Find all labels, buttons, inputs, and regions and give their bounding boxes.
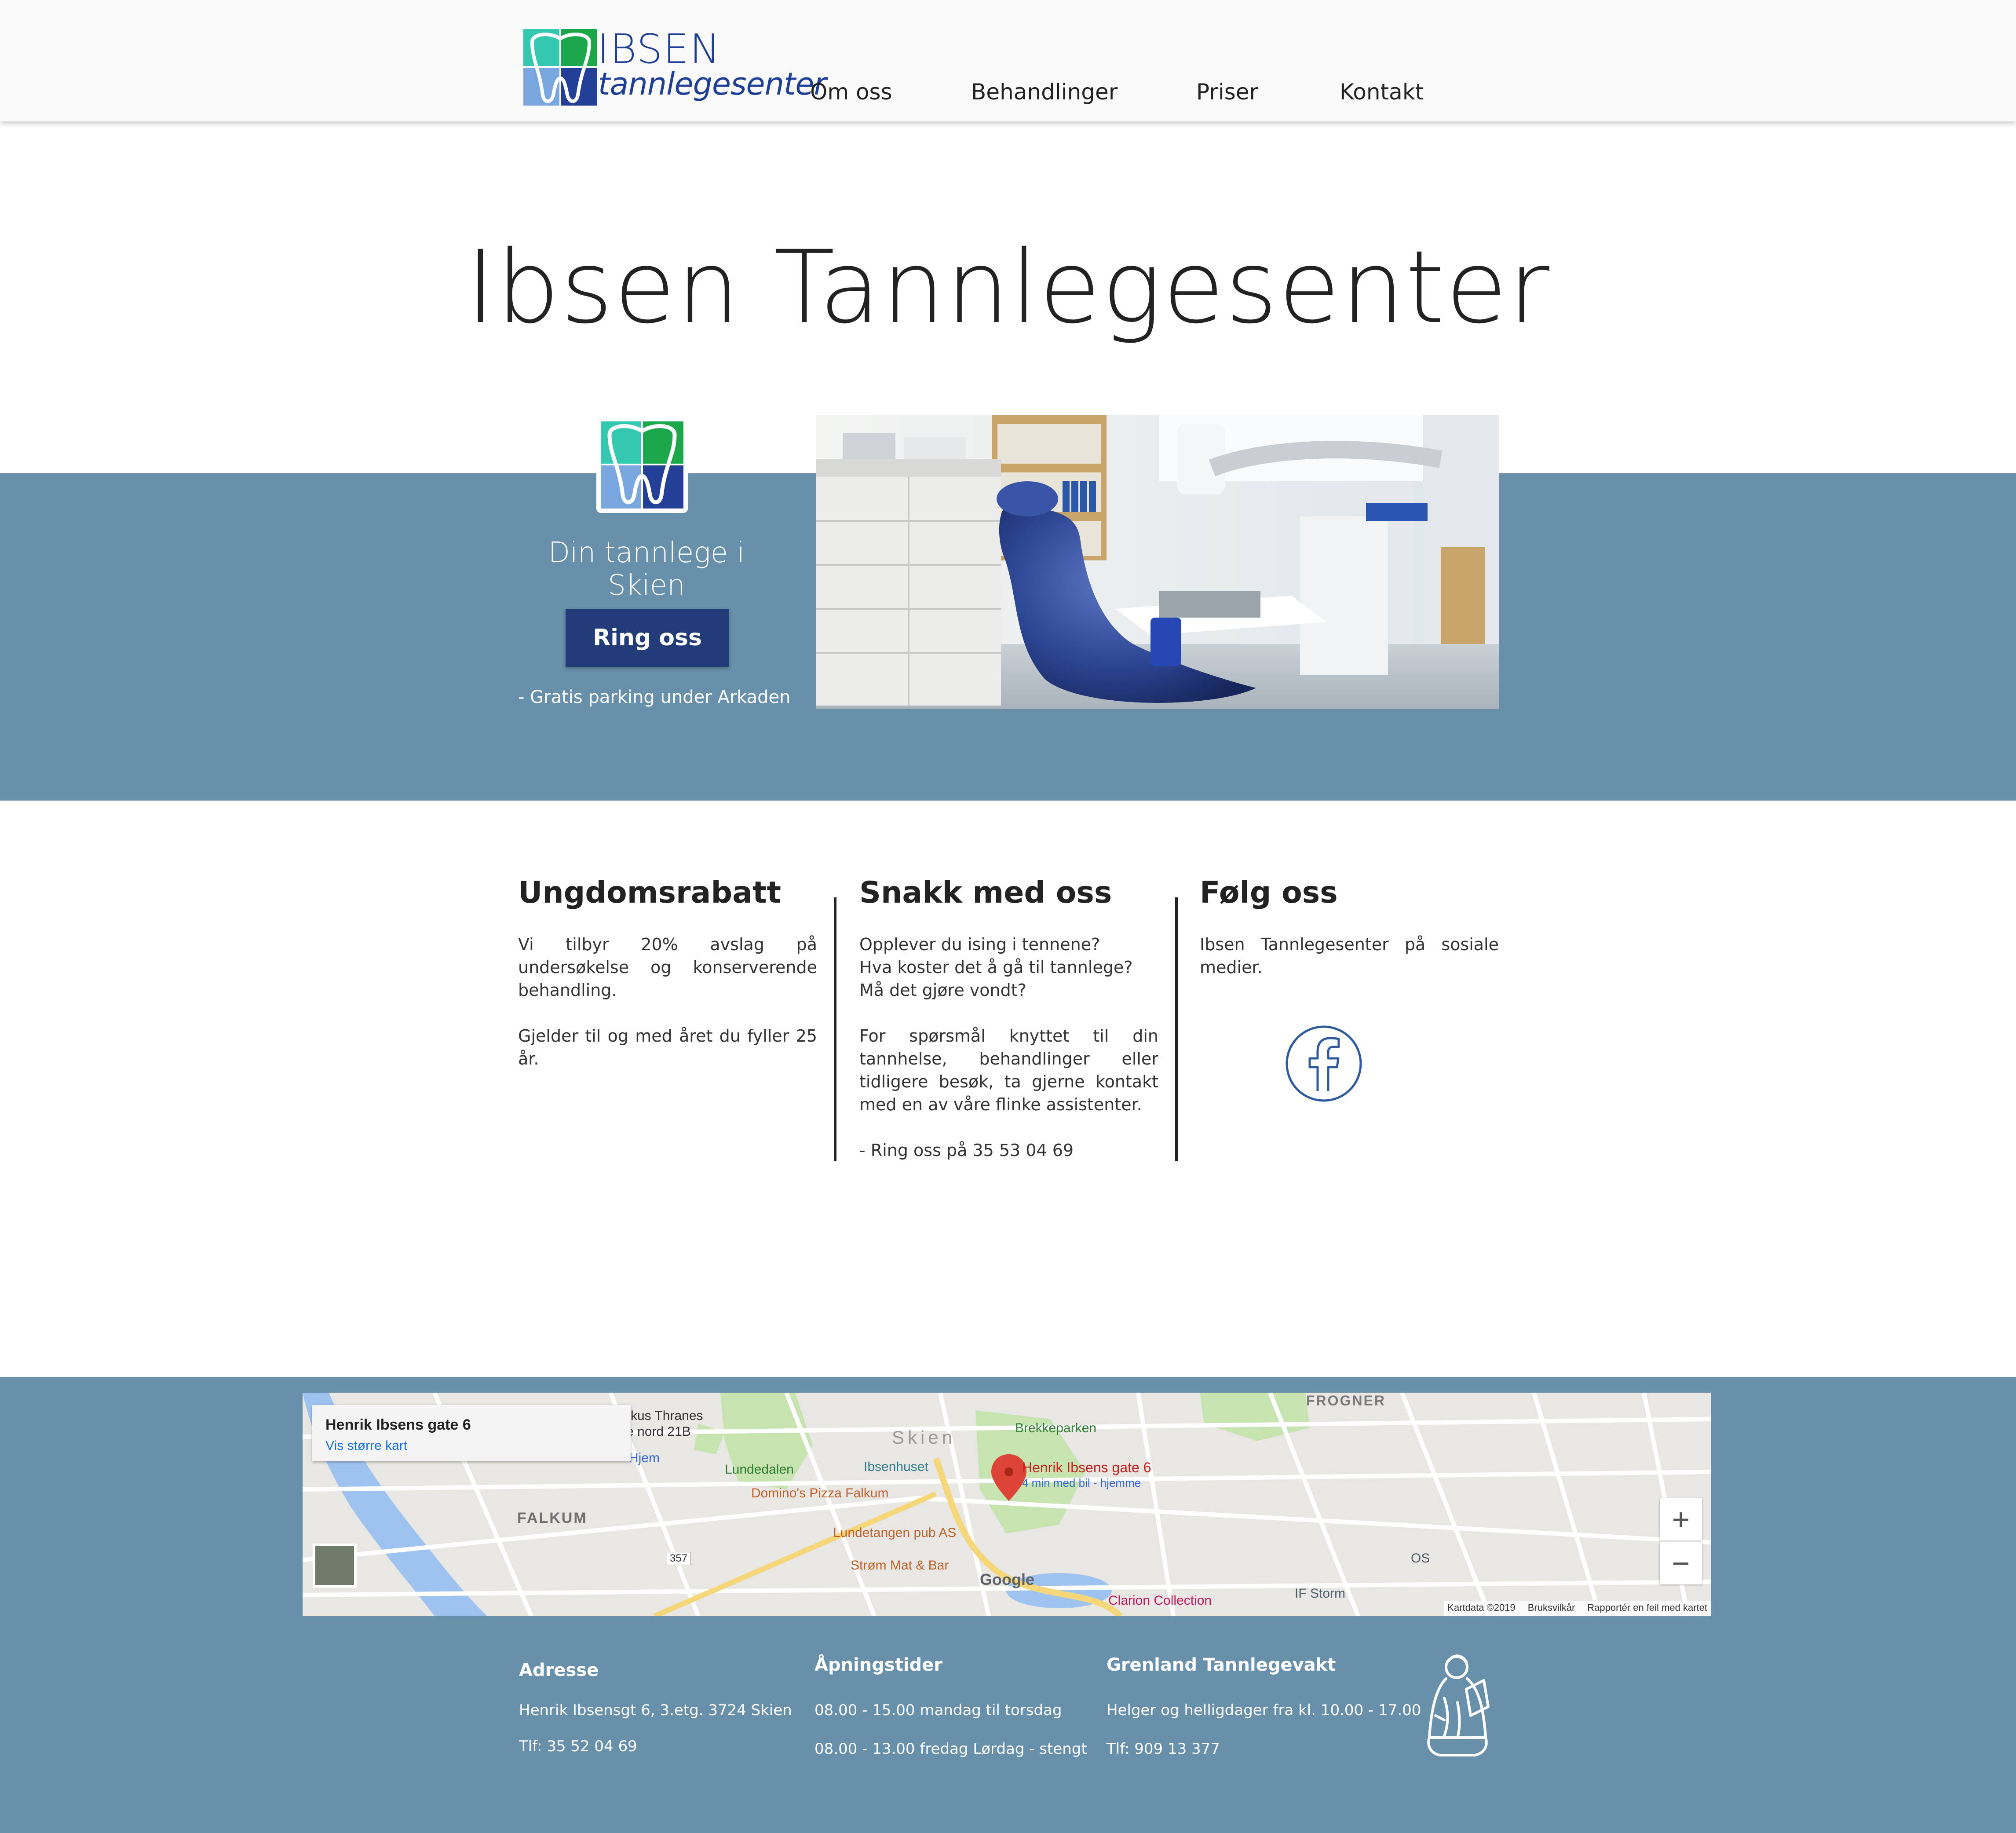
map-card-title: Henrik Ibsens gate 6 <box>325 1416 471 1433</box>
map-place-os: OS <box>1411 1551 1430 1566</box>
map-road-number: 357 <box>667 1552 691 1565</box>
follow-us-section: Følg oss Ibsen Tannlegesenter på sosiale… <box>1200 875 1499 979</box>
emergency-heading: Grenland Tannlegevakt <box>1107 1655 1336 1675</box>
address-heading: Adresse <box>519 1660 599 1680</box>
map-place-falkum: FALKUM <box>517 1510 588 1526</box>
question-line: Må det gjøre vondt? <box>859 981 1026 1000</box>
google-logo: Google <box>980 1570 1034 1588</box>
nav-om-oss[interactable]: Om oss <box>810 79 892 105</box>
contact-us-section: Snakk med oss Opplever du ising i tennen… <box>859 875 1158 1162</box>
emergency-phone: Tlf: 909 13 377 <box>1107 1740 1220 1758</box>
zoom-in-button[interactable]: + <box>1660 1498 1702 1540</box>
logo-wordmark: IBSEN <box>597 26 721 73</box>
opening-hours-heading: Åpningstider <box>814 1655 943 1675</box>
map-attribution: Kartdata ©2019 <box>1447 1602 1516 1613</box>
site-header: IBSEN tannlegesenter Om oss Behandlinger… <box>0 0 2016 121</box>
map-marker-subtitle: 4 min med bil - hjemme <box>1022 1476 1141 1489</box>
contact-us-text: For spørsmål knyttet til din tannhelse, … <box>859 1026 1158 1114</box>
phone-text: Tlf: 35 52 04 69 <box>519 1738 637 1755</box>
opening-hours-line: 08.00 - 13.00 fredag Lørdag - stengt <box>814 1740 1087 1758</box>
question-line: Opplever du ising i tennene? <box>859 935 1100 954</box>
page-title: Ibsen Tannlegesenter <box>466 229 1550 346</box>
nav-behandlinger[interactable]: Behandlinger <box>971 79 1118 105</box>
site-logo[interactable]: IBSEN tannlegesenter <box>523 26 826 108</box>
map-place-dominos: Domino's Pizza Falkum <box>751 1486 889 1500</box>
map-place-ibsenhuset: Ibsenhuset <box>864 1460 928 1474</box>
map-place-address: rkus Thranes <box>626 1409 703 1423</box>
address-text: Henrik Ibsensgt 6, 3.etg. 3724 Skien <box>519 1701 792 1719</box>
youth-discount-text: Vi tilbyr 20% avslag på undersøkelse og … <box>518 935 817 1000</box>
parking-note: - Gratis parking under Arkaden <box>518 687 791 707</box>
contact-phone: - Ring oss på 35 53 04 69 <box>859 1141 1074 1160</box>
map-place-ifstorm: IF Storm <box>1295 1586 1346 1601</box>
column-divider <box>834 897 836 1161</box>
map-terms-link[interactable]: Bruksvilkår <box>1528 1602 1575 1615</box>
zoom-out-button[interactable]: − <box>1660 1542 1702 1584</box>
embedded-map[interactable]: FROGNER Skien FALKUM Brekkeparken Lunded… <box>303 1393 1711 1616</box>
map-place-frogner: FROGNER <box>1306 1393 1386 1409</box>
map-place-strom: Strøm Mat & Bar <box>851 1558 949 1573</box>
nav-kontakt[interactable]: Kontakt <box>1340 79 1424 105</box>
map-report-link[interactable]: Rapportér en feil med kartet <box>1587 1602 1707 1615</box>
call-button[interactable]: Ring oss <box>566 609 729 667</box>
ibsen-statue-icon <box>1427 1654 1490 1756</box>
map-place-brekkeparken: Brekkeparken <box>1015 1421 1097 1435</box>
map-place-hjem: Hjem <box>629 1451 660 1465</box>
follow-us-heading: Følg oss <box>1200 875 1338 910</box>
clinic-photo <box>816 415 1499 709</box>
question-line: Hva koster det å gå til tannlege? <box>859 958 1133 977</box>
map-info-card: Henrik Ibsens gate 6 Vis større kart <box>312 1405 631 1461</box>
youth-discount-condition: Gjelder til og med året du fyller 25 år. <box>518 1026 817 1068</box>
map-place-lundedalen: Lundedalen <box>725 1462 794 1477</box>
map-marker-title: Henrik Ibsens gate 6 <box>1022 1460 1151 1475</box>
map-place-address: e nord 21B <box>626 1424 691 1439</box>
view-larger-map-link[interactable]: Vis større kart <box>325 1438 407 1453</box>
contact-us-heading: Snakk med oss <box>859 875 1112 910</box>
youth-discount-heading: Ungdomsrabatt <box>518 875 782 910</box>
facebook-icon[interactable] <box>1285 1025 1362 1102</box>
tooth-logo-icon <box>596 417 688 513</box>
map-place-clarion: Clarion Collection <box>1108 1593 1212 1608</box>
nav-priser[interactable]: Priser <box>1196 79 1258 105</box>
opening-hours-line: 08.00 - 15.00 mandag til torsdag <box>814 1701 1062 1719</box>
emergency-hours: Helger og helligdager fra kl. 10.00 - 17… <box>1107 1701 1421 1719</box>
map-place-lundetangen: Lundetangen pub AS <box>833 1526 957 1540</box>
follow-us-text: Ibsen Tannlegesenter på sosiale medier. <box>1200 935 1499 977</box>
map-place-skien: Skien <box>892 1427 956 1448</box>
youth-discount-section: Ungdomsrabatt Vi tilbyr 20% avslag på un… <box>518 875 817 1070</box>
tooth-logo-icon <box>523 29 597 106</box>
column-divider <box>1175 897 1178 1161</box>
logo-subtitle: tannlegesenter <box>598 66 826 102</box>
hero-tagline: Din tannlege i Skien <box>548 537 745 602</box>
